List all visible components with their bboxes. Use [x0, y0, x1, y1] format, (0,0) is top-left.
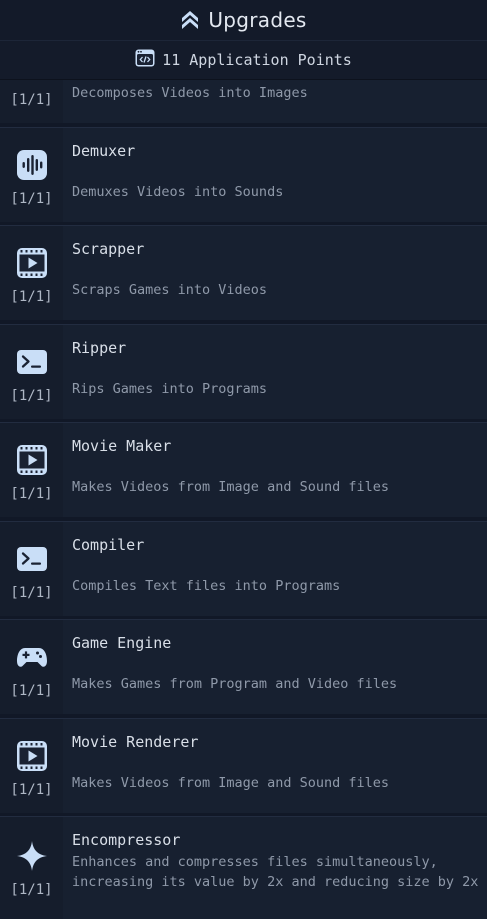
upgrades-list[interactable]: [1/1] Decomposes Videos into Images [1/1…	[0, 80, 487, 919]
sparkle-icon	[15, 839, 49, 873]
upgrade-count: [1/1]	[10, 683, 53, 699]
double-chevron-up-icon	[180, 7, 200, 33]
upgrade-count: [1/1]	[10, 289, 53, 305]
upgrade-name: Ripper	[72, 338, 127, 357]
upgrade-description: Demuxes Videos into Sounds	[72, 183, 284, 200]
upgrade-description: Makes Videos from Image and Sound files	[72, 774, 389, 791]
upgrade-count: [1/1]	[10, 486, 53, 502]
upgrade-name: Game Engine	[72, 634, 172, 652]
video-file-icon	[15, 443, 49, 477]
upgrade-description: Compiles Text files into Programs	[72, 577, 341, 594]
image-icon	[15, 80, 49, 83]
upgrade-description: Makes Videos from Image and Sound files	[72, 479, 389, 495]
application-points-bar: 11 Application Points	[0, 41, 487, 81]
code-window-icon	[135, 49, 155, 71]
upgrade-item-ripper[interactable]: [1/1] Ripper Rips Games into Programs	[0, 323, 487, 419]
upgrade-item-movie-renderer[interactable]: [1/1] Movie Renderer Makes Videos from I…	[0, 717, 487, 813]
upgrade-name: Compiler	[72, 535, 145, 554]
upgrade-description: Enhances and compresses files simultaneo…	[72, 854, 479, 890]
audio-wave-icon	[15, 148, 49, 182]
terminal-icon	[15, 542, 49, 576]
upgrade-item-demuxer[interactable]: [1/1] Demuxer Demuxes Videos into Sounds	[0, 126, 487, 222]
upgrade-item-movie-maker[interactable]: [1/1] Movie Maker Makes Videos from Imag…	[0, 422, 487, 517]
upgrade-count: [1/1]	[10, 584, 53, 601]
upgrade-count: [1/1]	[10, 190, 53, 207]
upgrade-item-scrapper[interactable]: [1/1] Scrapper Scraps Games into Videos	[0, 225, 487, 320]
upgrade-description: Rips Games into Programs	[72, 380, 268, 397]
upgrade-item-game-engine[interactable]: [1/1] Game Engine Makes Games from Progr…	[0, 619, 487, 714]
video-file-icon	[15, 739, 49, 773]
upgrade-description: Decomposes Videos into Images	[72, 85, 308, 101]
upgrade-name: Scrapper	[72, 240, 145, 258]
upgrade-item-decomposer[interactable]: [1/1] Decomposes Videos into Images	[0, 80, 487, 123]
upgrade-description: Scraps Games into Videos	[72, 282, 268, 298]
upgrade-item-encompressor[interactable]: [1/1] Encompressor Enhances and compress…	[0, 816, 487, 919]
upgrade-name: Demuxer	[72, 141, 136, 160]
gamepad-icon	[15, 640, 49, 674]
terminal-icon	[15, 345, 49, 379]
title-bar: Upgrades	[0, 0, 487, 41]
upgrade-name: Movie Renderer	[72, 732, 199, 751]
upgrade-name: Movie Maker	[72, 437, 172, 455]
upgrade-name: Encompressor	[72, 831, 181, 849]
application-points-label: 11 Application Points	[162, 51, 352, 69]
upgrade-count: [1/1]	[10, 92, 53, 108]
page-title: Upgrades	[208, 8, 307, 32]
upgrade-count: [1/1]	[10, 387, 53, 404]
upgrades-screen: Upgrades 11 Application Points [1/1] Dec…	[0, 0, 487, 919]
upgrade-count: [1/1]	[10, 781, 53, 798]
upgrade-description: Makes Games from Program and Video files	[72, 676, 398, 692]
upgrade-count: [1/1]	[10, 882, 53, 898]
video-file-icon	[15, 246, 49, 280]
upgrade-item-compiler[interactable]: [1/1] Compiler Compiles Text files into …	[0, 520, 487, 616]
